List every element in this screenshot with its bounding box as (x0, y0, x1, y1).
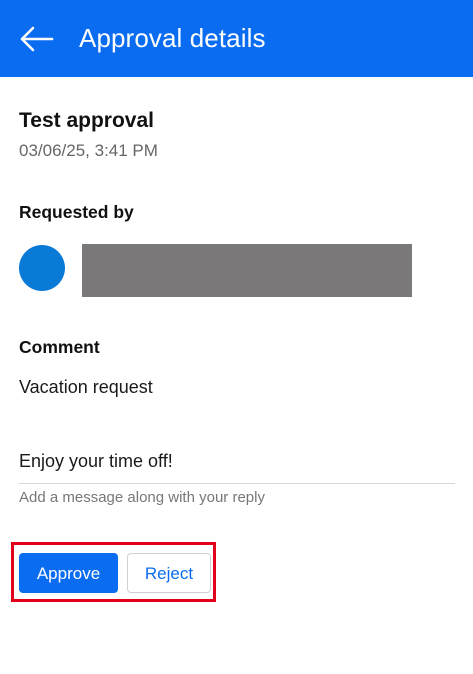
back-button[interactable] (20, 26, 54, 52)
arrow-left-icon (20, 26, 54, 52)
approval-title: Test approval (19, 109, 154, 132)
avatar (19, 245, 65, 291)
reject-button[interactable]: Reject (127, 553, 211, 593)
requested-by-label: Requested by (19, 202, 134, 222)
app-bar: Approval details (0, 0, 473, 77)
comment-label: Comment (19, 337, 100, 357)
reply-message-input[interactable] (19, 440, 455, 484)
approval-date: 03/06/25, 3:41 PM (19, 141, 158, 160)
approve-button[interactable]: Approve (19, 553, 118, 593)
requester-name-redacted (82, 244, 412, 297)
reply-hint: Add a message along with your reply (19, 489, 265, 506)
page-title: Approval details (79, 23, 266, 53)
comment-text: Vacation request (19, 377, 153, 397)
